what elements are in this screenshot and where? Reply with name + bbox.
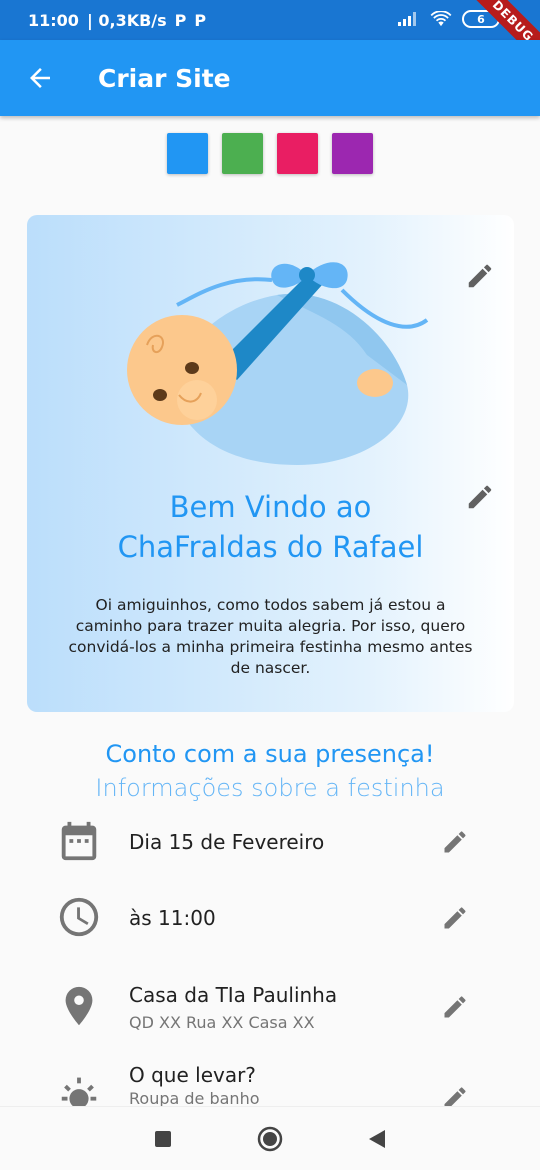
info-bring-title: O que levar?	[129, 1063, 256, 1087]
theme-color-picker	[167, 133, 373, 174]
edit-bring-icon[interactable]	[441, 1084, 469, 1106]
color-swatch-purple[interactable]	[332, 133, 373, 174]
parking-notification-icon: P	[174, 10, 187, 30]
section-heading: Conto com a sua presença!	[105, 740, 435, 768]
status-time: 11:00	[28, 10, 79, 30]
home-icon[interactable]	[257, 1126, 283, 1152]
info-date-title: Dia 15 de Fevereiro	[129, 830, 325, 854]
info-time-title: às 11:00	[129, 906, 216, 930]
parking-notification-icon-2: P	[194, 10, 207, 30]
edit-image-icon[interactable]	[465, 261, 495, 291]
signal-icon	[398, 12, 416, 26]
welcome-title-line2: ChaFraldas do Rafael	[117, 530, 424, 564]
color-swatch-pink[interactable]	[277, 133, 318, 174]
page-title: Criar Site	[98, 63, 231, 93]
edit-place-icon[interactable]	[441, 993, 469, 1021]
wifi-icon	[430, 11, 452, 27]
back-button[interactable]	[0, 40, 80, 116]
welcome-title: Bem Vindo ao ChaFraldas do Rafael	[27, 487, 514, 567]
arrow-back-icon	[30, 68, 50, 88]
info-row-place: Casa da TIa Paulinha QD XX Rua XX Casa X…	[0, 980, 540, 1040]
info-place-title: Casa da TIa Paulinha	[129, 983, 338, 1007]
section-subheading: Informações sobre a festinha	[95, 774, 445, 802]
calendar-icon	[61, 821, 97, 861]
info-row-bring: O que levar? Roupa de banho	[0, 1062, 540, 1106]
recents-icon[interactable]	[154, 1130, 172, 1148]
color-swatch-blue[interactable]	[167, 133, 208, 174]
baby-illustration	[127, 262, 429, 465]
battery-level: 6	[477, 12, 485, 26]
info-bring-subtitle: Roupa de banho	[129, 1089, 260, 1106]
info-row-date: Dia 15 de Fevereiro	[0, 816, 540, 872]
info-place-subtitle: QD XX Rua XX Casa XX	[129, 1013, 315, 1032]
system-navigation-bar	[0, 1106, 540, 1170]
welcome-message: Oi amiguinhos, como todos sabem já estou…	[68, 596, 473, 677]
status-bar: 11:00 | 0,3KB/s P P 6	[0, 0, 540, 40]
clock-icon	[59, 897, 99, 937]
welcome-title-line1: Bem Vindo ao	[169, 490, 372, 524]
location-pin-icon	[65, 986, 93, 1026]
edit-time-icon[interactable]	[441, 904, 469, 932]
status-network-speed: | 0,3KB/s	[86, 10, 167, 30]
back-triangle-icon[interactable]	[368, 1129, 386, 1149]
info-row-time: às 11:00	[0, 894, 540, 946]
sun-icon	[61, 1077, 97, 1106]
edit-date-icon[interactable]	[441, 828, 469, 856]
welcome-card: Bem Vindo ao ChaFraldas do Rafael Oi ami…	[27, 215, 514, 712]
app-bar: Criar Site	[0, 40, 540, 116]
color-swatch-green[interactable]	[222, 133, 263, 174]
